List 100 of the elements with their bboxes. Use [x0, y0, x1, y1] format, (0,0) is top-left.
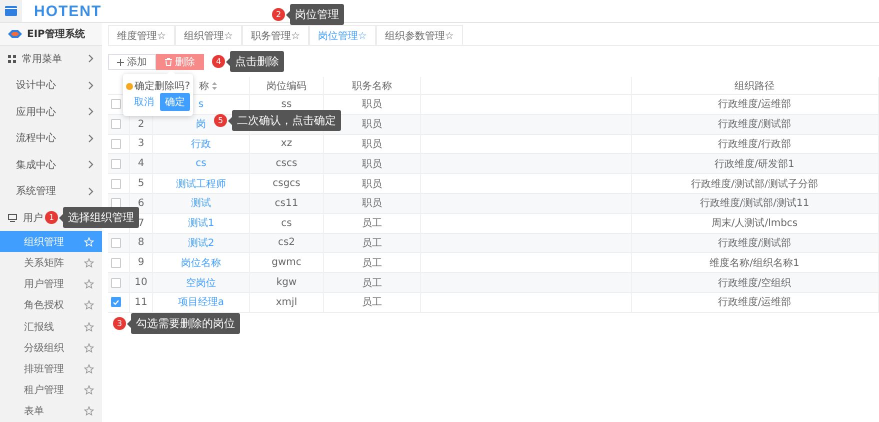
column-header: 岗位编码 — [266, 80, 306, 92]
row-number: 11 — [134, 296, 148, 308]
row-number: 10 — [134, 277, 148, 288]
row-number: 5 — [138, 178, 144, 190]
star-icon[interactable] — [84, 342, 94, 353]
step-badge: 4 — [212, 55, 225, 68]
table-cell: ss — [281, 98, 292, 110]
menu-item[interactable]: 应用中心 — [0, 98, 102, 126]
position-link[interactable]: s — [198, 98, 204, 110]
chevron-right-icon — [88, 80, 94, 90]
position-link[interactable]: 岗 — [196, 117, 206, 132]
star-icon[interactable] — [84, 385, 94, 396]
column-header: 组织路径 — [734, 80, 774, 92]
cancel-button[interactable]: 取消 — [134, 95, 154, 109]
row-number: 9 — [138, 257, 144, 268]
step-badge: 3 — [113, 317, 126, 330]
submenu-item[interactable]: 排班管理 — [0, 358, 102, 380]
menu-item[interactable]: 系统管理 — [0, 178, 102, 205]
diamond-logo-icon — [8, 30, 22, 38]
table-cell: xz — [280, 138, 292, 150]
table-cell-text: 行政维度/行政部 — [718, 138, 792, 151]
row-checkbox[interactable] — [111, 138, 121, 149]
submenu-item[interactable]: 汇报线 — [0, 316, 102, 338]
confirm-button[interactable]: 确定 — [160, 93, 190, 111]
row-checkbox[interactable] — [111, 99, 121, 110]
table-cell-text: 职员 — [362, 138, 382, 151]
star-icon[interactable] — [84, 322, 94, 332]
row-checkbox[interactable] — [111, 119, 121, 130]
plus-icon — [117, 58, 124, 66]
row-number: 7 — [138, 218, 144, 229]
column-header: 职务名称 — [352, 80, 392, 92]
row-checkbox[interactable] — [111, 258, 121, 268]
chevron-right-icon — [88, 54, 94, 64]
table-cell-text: 员工 — [362, 296, 382, 310]
add-button[interactable]: 添加 — [108, 54, 156, 70]
tab[interactable]: 职务管理☆ — [242, 25, 309, 45]
position-link[interactable]: 行政 — [191, 136, 211, 151]
table-cell-text: 行政维度/测试部/测试子分部 — [691, 178, 818, 191]
row-checkbox[interactable] — [111, 238, 121, 248]
row-checkbox[interactable] — [111, 158, 121, 169]
row-checkbox[interactable] — [111, 178, 121, 189]
table-cell-text: 周末/人测试/lmbcs — [711, 216, 798, 230]
submenu-item[interactable]: 租户管理 — [0, 380, 102, 401]
chevron-right-icon — [88, 160, 94, 170]
table-cell-text: 维度名称/组织名称1 — [710, 256, 800, 270]
position-link[interactable]: 测试1 — [188, 216, 214, 230]
column-header: 称 — [199, 80, 209, 92]
position-link[interactable]: 测试工程师 — [176, 176, 226, 191]
menu-item[interactable]: 常用菜单 — [0, 46, 102, 72]
star-icon[interactable] — [84, 300, 94, 310]
tab[interactable]: 维度管理☆ — [108, 25, 175, 45]
row-number: 6 — [138, 198, 144, 209]
position-link[interactable]: 测试 — [191, 196, 211, 210]
table-cell-text: 行政维度/测试部 — [718, 236, 792, 250]
sort-icon[interactable] — [212, 82, 217, 90]
tab[interactable]: 岗位管理☆ — [308, 25, 376, 45]
table-cell-text: 员工 — [362, 236, 382, 250]
menu-icon[interactable] — [5, 6, 17, 16]
submenu-item[interactable]: 用户管理 — [0, 274, 102, 295]
star-icon[interactable] — [84, 364, 94, 374]
menu-item[interactable]: 流程中心 — [0, 125, 102, 152]
tab[interactable]: 组织参数管理☆ — [376, 25, 463, 45]
table-cell: xmjl — [276, 296, 298, 308]
table-cell-text: 职员 — [362, 118, 382, 132]
table-cell-text: 员工 — [362, 217, 382, 230]
monitor-icon — [8, 214, 17, 222]
chevron-right-icon — [88, 134, 94, 143]
submenu-item[interactable]: 分级组织 — [0, 337, 102, 358]
row-checkbox[interactable] — [111, 278, 121, 288]
menu-item[interactable]: 设计中心 — [0, 72, 102, 99]
star-icon[interactable] — [84, 406, 94, 416]
star-icon[interactable] — [84, 258, 94, 268]
submenu-item[interactable]: 表单 — [0, 400, 102, 422]
table-cell-text: 行政维度/空组织 — [718, 276, 792, 290]
table-cell: csgcs — [272, 178, 300, 190]
submenu-item[interactable]: 关系矩阵 — [0, 252, 102, 274]
tab[interactable]: 组织管理☆ — [174, 25, 242, 45]
table-cell-text: 职员 — [362, 158, 382, 171]
table-cell: cs — [281, 218, 292, 229]
submenu-item[interactable]: 角色授权 — [0, 294, 102, 316]
table-cell: cscs — [276, 158, 298, 170]
position-link[interactable]: cs — [196, 158, 206, 170]
logo: HOTENT — [34, 2, 102, 20]
table-cell-text: 行政维度/运维部 — [718, 296, 792, 310]
row-checkbox[interactable] — [111, 297, 121, 308]
table-cell-text: 员工 — [362, 256, 382, 270]
menu-item[interactable]: 集成中心 — [0, 152, 102, 178]
table-cell-text: 员工 — [362, 276, 382, 290]
star-icon[interactable] — [84, 279, 94, 290]
step-badge: 2 — [272, 8, 285, 21]
confirm-message: 确定删除吗? — [134, 80, 190, 93]
position-link[interactable]: 岗位名称 — [181, 256, 221, 270]
chevron-right-icon — [88, 107, 94, 116]
row-number: 3 — [138, 138, 144, 150]
table-cell-text: 行政维度/研发部1 — [714, 158, 794, 171]
table-cell-text: 行政维度/测试部/测试11 — [700, 196, 810, 210]
row-number: 2 — [138, 118, 144, 130]
position-link[interactable]: 项目经理a — [178, 295, 224, 310]
row-checkbox[interactable] — [111, 198, 121, 208]
submenu-item[interactable]: 组织管理 — [0, 231, 102, 252]
